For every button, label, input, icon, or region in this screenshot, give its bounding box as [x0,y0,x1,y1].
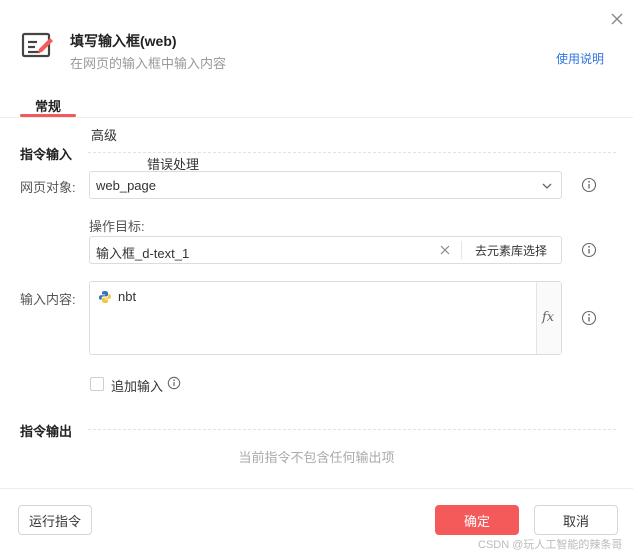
cancel-button[interactable]: 取消 [534,505,618,535]
web-object-select[interactable]: web_page [89,171,562,199]
run-command-button[interactable]: 运行指令 [18,505,92,535]
python-icon [99,291,111,303]
output-section-title: 指令输出 [20,424,73,439]
tab-general-label: 常规 [35,99,62,114]
target-label: 操作目标: [89,219,145,234]
tab-error-handling-label: 错误处理 [147,157,200,172]
content-input[interactable]: nbt fx [89,281,562,355]
append-input-checkbox[interactable] [90,377,104,391]
tab-divider [0,117,633,118]
input-section-title: 指令输入 [20,147,73,162]
close-button[interactable] [606,8,628,30]
info-icon[interactable] [167,376,181,390]
content-label: 输入内容: [20,292,76,307]
help-link[interactable]: 使用说明 [556,50,604,67]
tab-advanced-label: 高级 [91,128,118,143]
info-icon[interactable] [581,310,597,326]
dialog-subtitle: 在网页的输入框中输入内容 [70,56,227,71]
dialog-title: 填写输入框(web) [70,33,177,49]
web-object-value: web_page [96,178,156,193]
field-separator [461,241,462,259]
close-icon [611,13,623,25]
append-input-label[interactable]: 追加输入 [111,376,163,395]
tab-advanced[interactable]: 高级 [91,123,633,152]
watermark: CSDN @玩人工智能的辣条哥 [478,539,623,551]
footer-divider [0,488,633,489]
empty-output-message: 当前指令不包含任何输出项 [238,450,395,465]
pick-element-button[interactable]: 去元素库选择 [475,242,547,259]
target-field[interactable]: 输入框_d-text_1 去元素库选择 [89,236,562,264]
web-object-label: 网页对象: [20,180,76,195]
info-icon[interactable] [581,177,597,193]
fx-icon: fx [542,310,555,325]
target-value: 输入框_d-text_1 [96,246,190,261]
info-icon[interactable] [581,242,597,258]
content-value: nbt [118,289,137,304]
tab-general[interactable]: 常规 [35,94,633,123]
chevron-down-icon [542,183,552,189]
section-divider [88,152,616,153]
confirm-button[interactable]: 确定 [435,505,519,535]
section-divider [88,429,616,430]
expression-button[interactable]: fx [536,282,561,354]
edit-form-icon [20,30,56,62]
clear-icon[interactable] [438,243,452,257]
